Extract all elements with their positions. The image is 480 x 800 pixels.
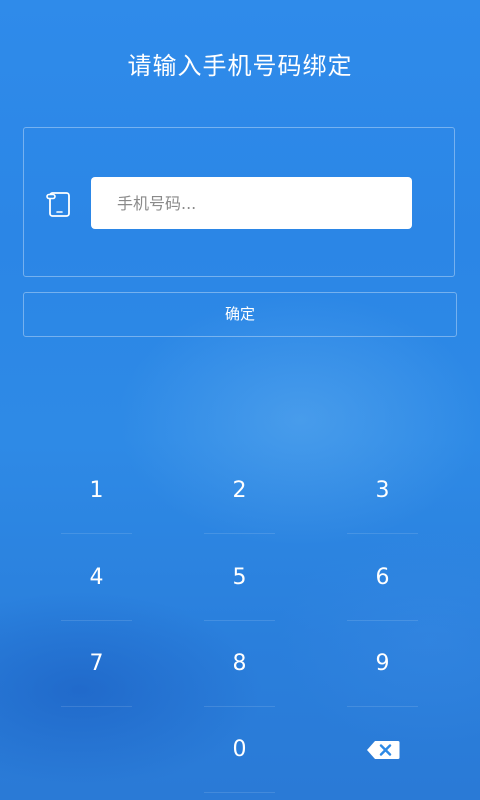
key-label: 6 (375, 565, 390, 590)
keypad-key-empty (25, 707, 168, 793)
key-label: 9 (375, 651, 390, 676)
key-label: 7 (89, 651, 104, 676)
key-divider (347, 533, 418, 534)
keypad-key-3[interactable]: 3 (311, 448, 454, 534)
key-divider (204, 533, 275, 534)
key-divider (61, 533, 132, 534)
keypad-key-2[interactable]: 2 (168, 448, 311, 534)
phone-input-panel (23, 127, 455, 277)
keypad-key-7[interactable]: 7 (25, 621, 168, 707)
keypad-key-1[interactable]: 1 (25, 448, 168, 534)
key-divider (204, 792, 275, 793)
confirm-button[interactable]: 确定 (23, 292, 457, 337)
key-label: 2 (232, 478, 247, 503)
key-label: 3 (375, 478, 390, 503)
keypad-key-8[interactable]: 8 (168, 621, 311, 707)
page-title: 请输入手机号码绑定 (127, 52, 353, 80)
keypad-key-0[interactable]: 0 (168, 707, 311, 793)
keypad-key-6[interactable]: 6 (311, 535, 454, 621)
key-label: 4 (89, 565, 104, 590)
keypad-delete-key[interactable] (311, 707, 454, 793)
key-label: 8 (232, 651, 247, 676)
phone-binding-screen: 请输入手机号码绑定 确定 1 2 3 4 5 (0, 0, 480, 800)
phone-icon (46, 190, 72, 218)
key-label: 5 (232, 565, 247, 590)
key-label: 0 (232, 737, 247, 762)
phone-number-input[interactable] (91, 177, 412, 229)
number-keypad: 1 2 3 4 5 6 7 8 9 0 (0, 448, 480, 794)
key-label: 1 (89, 478, 104, 503)
keypad-key-9[interactable]: 9 (311, 621, 454, 707)
keypad-key-4[interactable]: 4 (25, 535, 168, 621)
keypad-key-5[interactable]: 5 (168, 535, 311, 621)
